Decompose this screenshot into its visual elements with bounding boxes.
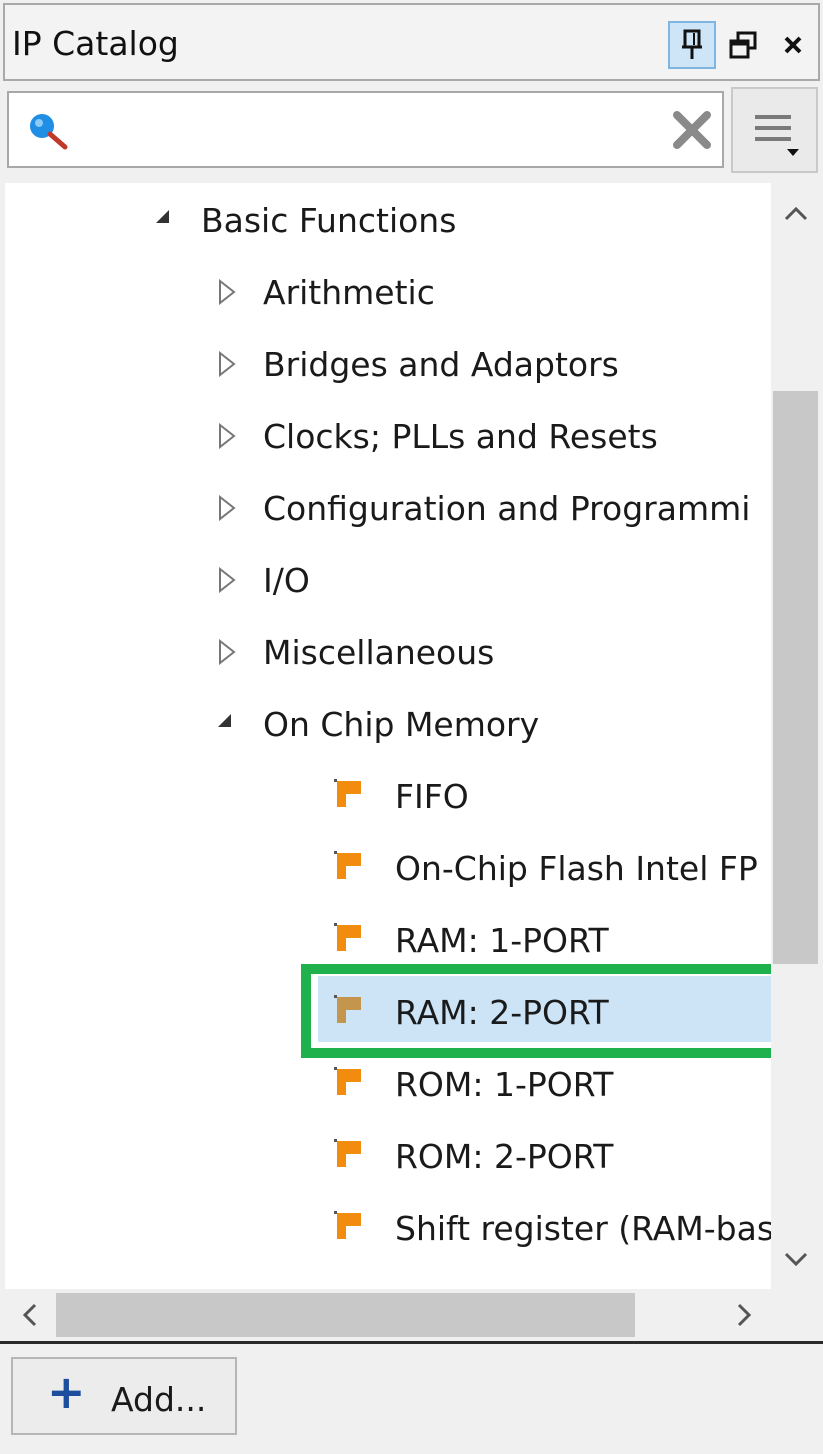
tree-item-configuration-and-programming[interactable]: Configuration and Programmi [5,481,771,541]
ip-catalog-panel: IP Catalog Basic Functions Arithmetic Br… [0,0,823,1454]
tree-item-ram-1-port[interactable]: RAM: 1-PORT [5,913,771,973]
add-button-label: Add... [111,1380,207,1419]
tree-item-label: Clocks; PLLs and Resets [263,417,658,456]
collapsed-arrow-icon[interactable] [217,351,237,377]
search-icon [30,114,68,150]
title-bar: IP Catalog [3,3,820,81]
tree-item-rom-1-port[interactable]: ROM: 1-PORT [5,1057,771,1117]
search-input[interactable] [79,107,649,153]
tree-item-on-chip-memory[interactable]: On Chip Memory [5,697,771,757]
add-button[interactable]: + Add... [11,1357,237,1435]
ip-component-icon [334,1067,361,1095]
tree-item-bridges-and-adaptors[interactable]: Bridges and Adaptors [5,337,771,397]
tree-item-io[interactable]: I/O [5,553,771,613]
tree-item-label: Configuration and Programmi [263,489,751,528]
plus-icon: + [47,1365,86,1419]
tree-item-arithmetic[interactable]: Arithmetic [5,265,771,325]
tree-item-label: On-Chip Flash Intel FP [395,849,758,888]
scroll-up-icon[interactable] [781,201,811,227]
pin-icon [682,29,702,59]
tree-item-label: RAM: 2-PORT [395,993,609,1032]
ip-component-icon [334,1139,361,1167]
tree-item-shift-register[interactable]: Shift register (RAM-bas [5,1201,771,1261]
horizontal-scroll-thumb[interactable] [56,1293,635,1337]
tree-item-label: Bridges and Adaptors [263,345,619,384]
tree-item-label: I/O [263,561,310,600]
tree-item-label: Arithmetic [263,273,435,312]
clear-search-icon[interactable] [669,107,715,153]
tree-item-fifo[interactable]: FIFO [5,769,771,829]
ip-component-icon [334,923,361,951]
scroll-left-icon[interactable] [17,1301,43,1329]
close-icon [784,36,802,54]
pin-button[interactable] [668,21,716,69]
tree-item-label: On Chip Memory [263,705,540,744]
collapsed-arrow-icon[interactable] [217,279,237,305]
restore-window-icon [729,31,757,59]
ip-component-icon [334,1211,361,1239]
tree-item-label: Shift register (RAM-bas [395,1209,771,1248]
ip-component-icon [334,995,361,1023]
ip-component-icon [334,779,361,807]
tree-item-label: RAM: 1-PORT [395,921,609,960]
tree-item-on-chip-flash[interactable]: On-Chip Flash Intel FP [5,841,771,901]
scroll-down-icon[interactable] [781,1246,811,1272]
tree-item-basic-functions[interactable]: Basic Functions [5,193,771,253]
panel-title: IP Catalog [12,24,179,63]
tree-item-clocks-plls-resets[interactable]: Clocks; PLLs and Resets [5,409,771,469]
menu-dropdown-icon [755,115,799,156]
search-box[interactable] [7,91,724,168]
footer-divider [0,1341,823,1344]
tree-item-label: Miscellaneous [263,633,495,672]
tree-item-label: ROM: 2-PORT [395,1137,614,1176]
expanded-arrow-icon[interactable] [215,711,235,731]
tree-item-label: FIFO [395,777,469,816]
float-window-button[interactable] [719,21,767,69]
vertical-scroll-thumb[interactable] [773,391,818,964]
vertical-scrollbar[interactable] [771,183,820,1289]
tree-item-miscellaneous[interactable]: Miscellaneous [5,625,771,685]
ip-component-icon [334,851,361,879]
collapsed-arrow-icon[interactable] [217,639,237,665]
horizontal-scrollbar[interactable] [5,1289,771,1339]
tree-item-label: ROM: 1-PORT [395,1065,614,1104]
collapsed-arrow-icon[interactable] [217,495,237,521]
collapsed-arrow-icon[interactable] [217,423,237,449]
expanded-arrow-icon[interactable] [153,207,173,227]
close-button[interactable] [769,21,817,69]
tree-item-ram-2-port[interactable]: RAM: 2-PORT [5,985,771,1045]
collapsed-arrow-icon[interactable] [217,567,237,593]
tree-item-rom-2-port[interactable]: ROM: 2-PORT [5,1129,771,1189]
catalog-menu-button[interactable] [731,87,818,173]
tree-item-label: Basic Functions [201,201,457,240]
ip-tree: Basic Functions Arithmetic Bridges and A… [5,183,771,1289]
scroll-right-icon[interactable] [731,1301,757,1329]
